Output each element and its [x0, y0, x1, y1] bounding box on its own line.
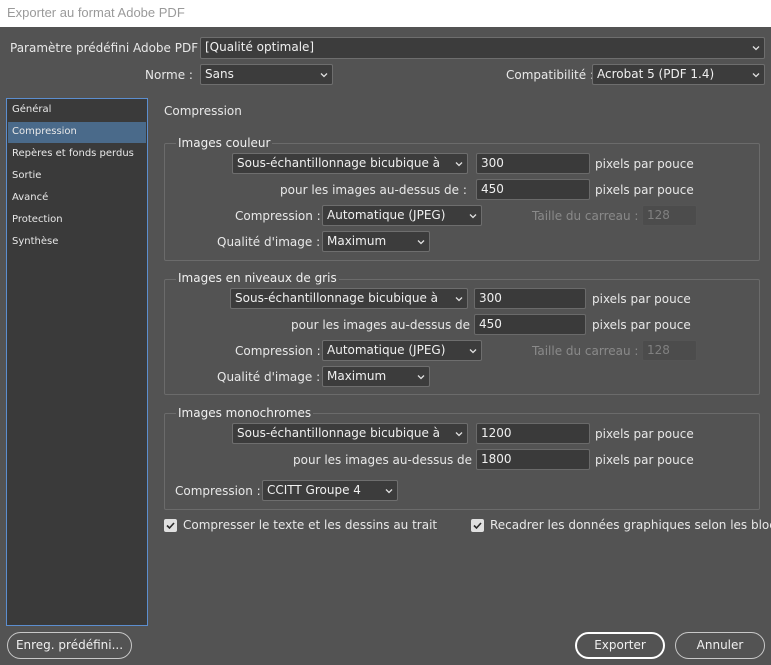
standard-label: Norme : [145, 68, 193, 82]
gray-above-field[interactable]: 450 [474, 314, 586, 335]
gray-tile-label: Taille du carreau : [532, 344, 639, 358]
color-ppi-unit: pixels par pouce [595, 157, 694, 171]
mono-compression-dropdown[interactable]: CCITT Groupe 4 [262, 480, 398, 501]
mono-compression-label: Compression : [175, 484, 261, 498]
compress-text-checkbox[interactable] [164, 519, 177, 532]
sidebar-item-output[interactable]: Sortie [8, 166, 146, 187]
standard-dropdown[interactable]: Sans [200, 64, 333, 85]
sidebar-item-advanced[interactable]: Avancé [8, 188, 146, 209]
panel-title: Compression [164, 104, 242, 118]
preset-dropdown[interactable]: [Qualité optimale] [200, 37, 765, 59]
compress-text-label[interactable]: Compresser le texte et les dessins au tr… [183, 518, 437, 532]
chevron-down-icon [417, 240, 425, 245]
gray-quality-label: Qualité d'image : [217, 370, 321, 384]
gray-images-title: Images en niveaux de gris [176, 271, 339, 285]
mono-sampling-value: Sous-échantillonnage bicubique à [237, 426, 440, 440]
compat-label: Compatibilité : [506, 68, 594, 82]
color-above-field[interactable]: 450 [476, 179, 590, 200]
export-button[interactable]: Exporter [575, 632, 665, 659]
preset-label: Paramètre prédéfini Adobe PDF : [10, 41, 206, 55]
compat-dropdown[interactable]: Acrobat 5 (PDF 1.4) [592, 64, 765, 85]
gray-ppi-unit: pixels par pouce [592, 292, 691, 306]
crop-images-checkbox[interactable] [471, 519, 484, 532]
compat-value: Acrobat 5 (PDF 1.4) [597, 67, 715, 81]
gray-tile-field[interactable]: 128 [642, 340, 697, 361]
sidebar: Général Compression Repères et fonds per… [6, 98, 148, 626]
gray-quality-dropdown[interactable]: Maximum [322, 366, 430, 387]
chevron-down-icon [320, 73, 328, 78]
mono-above-field[interactable]: 1800 [476, 449, 590, 470]
mono-above-unit: pixels par pouce [595, 453, 694, 467]
color-compression-dropdown[interactable]: Automatique (JPEG) [322, 205, 482, 226]
chevron-down-icon [417, 375, 425, 380]
save-preset-button[interactable]: Enreg. prédéfini... [7, 632, 132, 659]
mono-images-title: Images monochromes [176, 406, 314, 420]
mono-sampling-dropdown[interactable]: Sous-échantillonnage bicubique à [232, 423, 468, 444]
color-above-unit: pixels par pouce [595, 183, 694, 197]
chevron-down-icon [455, 297, 463, 302]
mono-above-label: pour les images au-dessus de : [293, 453, 480, 467]
mono-ppi-unit: pixels par pouce [595, 427, 694, 441]
window-title: Exporter au format Adobe PDF [0, 0, 771, 27]
sidebar-item-security[interactable]: Protection [8, 210, 146, 231]
color-tile-field[interactable]: 128 [642, 205, 697, 226]
crop-images-label[interactable]: Recadrer les données graphiques selon le… [490, 518, 771, 532]
chevron-down-icon [455, 432, 463, 437]
cancel-button[interactable]: Annuler [675, 632, 765, 659]
color-quality-value: Maximum [327, 234, 387, 248]
preset-value: [Qualité optimale] [205, 40, 315, 54]
color-sampling-dropdown[interactable]: Sous-échantillonnage bicubique à [232, 153, 468, 174]
gray-ppi-field[interactable]: 300 [474, 288, 586, 309]
sidebar-item-general[interactable]: Général [8, 100, 146, 121]
gray-compression-dropdown[interactable]: Automatique (JPEG) [322, 340, 482, 361]
chevron-down-icon [469, 349, 477, 354]
chevron-down-icon [752, 73, 760, 78]
mono-compression-value: CCITT Groupe 4 [267, 483, 361, 497]
mono-ppi-field[interactable]: 1200 [476, 423, 590, 444]
chevron-down-icon [752, 46, 760, 51]
gray-sampling-dropdown[interactable]: Sous-échantillonnage bicubique à [230, 288, 468, 309]
sidebar-item-marks-bleeds[interactable]: Repères et fonds perdus [8, 144, 146, 165]
checkmark-icon [166, 522, 175, 530]
standard-value: Sans [205, 67, 234, 81]
gray-above-label: pour les images au-dessus de : [291, 318, 478, 332]
color-images-title: Images couleur [176, 136, 273, 150]
gray-compression-label: Compression : [235, 344, 321, 358]
chevron-down-icon [455, 162, 463, 167]
color-compression-label: Compression : [235, 209, 321, 223]
checkmark-icon [473, 522, 482, 530]
chevron-down-icon [385, 489, 393, 494]
gray-sampling-value: Sous-échantillonnage bicubique à [235, 291, 438, 305]
color-quality-dropdown[interactable]: Maximum [322, 231, 430, 252]
chevron-down-icon [469, 214, 477, 219]
color-quality-label: Qualité d'image : [217, 235, 321, 249]
color-sampling-value: Sous-échantillonnage bicubique à [237, 156, 440, 170]
gray-quality-value: Maximum [327, 369, 387, 383]
sidebar-item-summary[interactable]: Synthèse [8, 232, 146, 253]
color-tile-label: Taille du carreau : [532, 209, 639, 223]
gray-compression-value: Automatique (JPEG) [327, 343, 446, 357]
sidebar-item-compression[interactable]: Compression [8, 122, 146, 143]
color-compression-value: Automatique (JPEG) [327, 208, 446, 222]
color-ppi-field[interactable]: 300 [476, 153, 590, 174]
gray-above-unit: pixels par pouce [592, 318, 691, 332]
color-above-label: pour les images au-dessus de : [280, 183, 467, 197]
